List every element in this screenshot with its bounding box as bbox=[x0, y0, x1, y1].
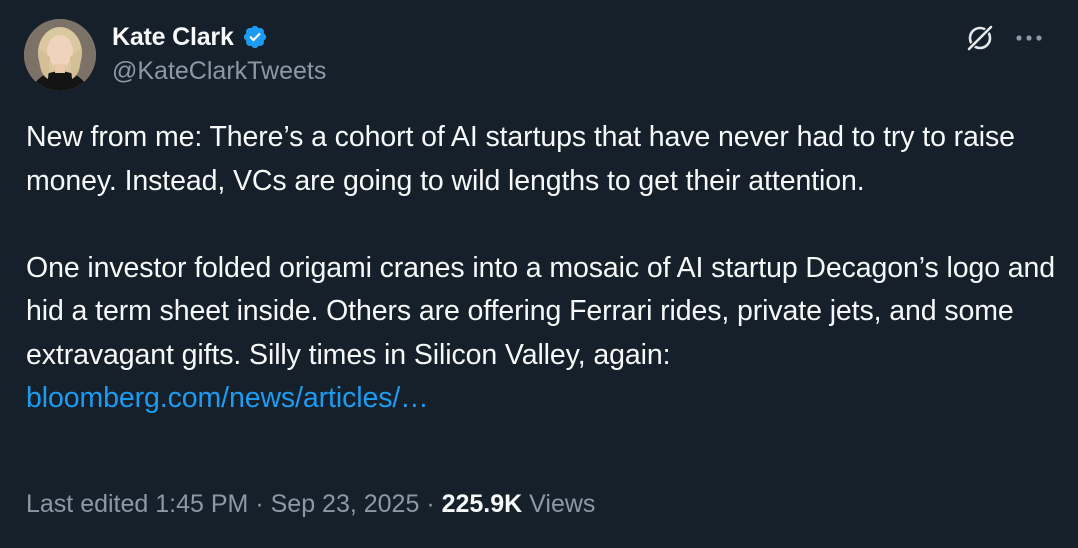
verified-badge-icon[interactable] bbox=[242, 24, 268, 50]
author-name-row: Kate Clark bbox=[112, 20, 268, 54]
tweet-meta: Last edited 1:45 PM · Sep 23, 2025 · 225… bbox=[26, 490, 595, 519]
meta-separator: · bbox=[426, 490, 435, 518]
author-display-name[interactable]: Kate Clark bbox=[112, 23, 234, 52]
avatar-image bbox=[24, 19, 96, 91]
tweet-paragraph-2: One investor folded origami cranes into … bbox=[26, 247, 1056, 421]
article-link[interactable]: bloomberg.com/news/articles/… bbox=[26, 382, 429, 414]
more-options-icon[interactable] bbox=[1012, 24, 1046, 52]
tweet-paragraph-1: New from me: There’s a cohort of AI star… bbox=[26, 121, 1015, 197]
avatar[interactable] bbox=[24, 19, 96, 91]
author-handle[interactable]: @KateClarkTweets bbox=[112, 57, 326, 86]
views-count[interactable]: 225.9K bbox=[442, 490, 523, 518]
grok-icon[interactable] bbox=[964, 22, 996, 54]
tweet-text: New from me: There’s a cohort of AI star… bbox=[26, 116, 1056, 421]
views-label: Views bbox=[529, 490, 596, 518]
tweet-paragraph-2-text: One investor folded origami cranes into … bbox=[26, 251, 1056, 371]
last-edited-time[interactable]: Last edited 1:45 PM bbox=[26, 490, 248, 518]
tweet-card[interactable]: Kate Clark @KateClarkTweets New from me:… bbox=[0, 0, 1078, 548]
meta-separator: · bbox=[255, 490, 264, 518]
post-date[interactable]: Sep 23, 2025 bbox=[271, 490, 420, 518]
